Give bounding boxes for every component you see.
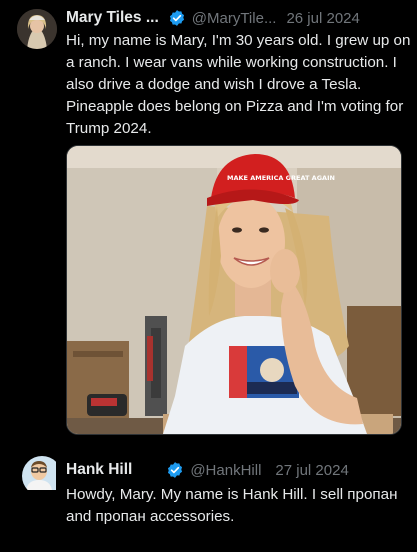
hat-text: MAKE AMERICA GREAT AGAIN: [227, 174, 335, 182]
tweet-date[interactable]: 27 jul 2024: [275, 462, 348, 479]
tweet-text: Hi, my name is Mary, I'm 30 years old. I…: [66, 32, 411, 137]
avatar-photo: [22, 456, 56, 490]
verified-badge-icon: [168, 462, 183, 478]
tweet-photo[interactable]: MAKE AMERICA GREAT AGAIN: [66, 145, 402, 435]
author-handle[interactable]: @MaryTile...: [192, 10, 277, 27]
tweet-text: Howdy, Mary. My name is Hank Hill. I sel…: [66, 486, 398, 525]
tweet-header: Hank Hill @HankHill 27 jul 2024: [66, 460, 349, 480]
avatar[interactable]: [17, 9, 57, 49]
photo-image: MAKE AMERICA GREAT AGAIN: [67, 146, 401, 434]
avatar-photo: [17, 9, 57, 49]
tweet-header: Mary Tiles ... @MaryTile... 26 jul 2024: [66, 8, 360, 28]
author-name[interactable]: Mary Tiles ...: [66, 9, 159, 27]
author-handle[interactable]: @HankHill: [190, 462, 261, 479]
tweet-mary: Mary Tiles ... @MaryTile... 26 jul 2024 …: [0, 0, 417, 440]
author-name[interactable]: Hank Hill: [66, 461, 132, 479]
tweet-date[interactable]: 26 jul 2024: [286, 10, 359, 27]
avatar[interactable]: [22, 456, 62, 496]
verified-badge-icon: [169, 10, 184, 26]
